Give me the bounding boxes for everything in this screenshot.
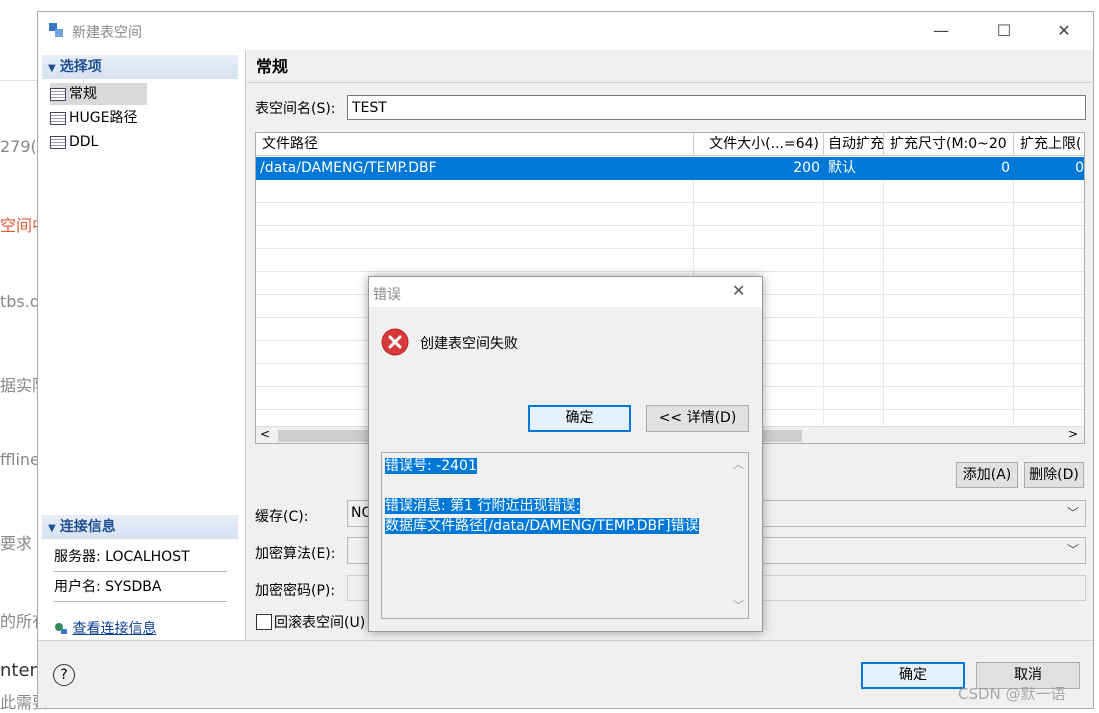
encrypt-password-label: 加密密码(P): xyxy=(255,583,336,599)
grid-col-line xyxy=(1013,180,1014,425)
scroll-down-icon[interactable]: ﹀ xyxy=(733,596,744,616)
watermark: CSDN @默一语 xyxy=(958,685,1066,703)
scroll-up-icon[interactable]: ︿ xyxy=(733,455,744,475)
ok-button[interactable]: 确定 xyxy=(861,662,965,689)
column-header-auto-extend[interactable]: 自动扩充 xyxy=(824,133,884,156)
chevron-down-icon: ﹀ xyxy=(1066,543,1079,557)
table-icon xyxy=(50,135,66,149)
error-icon xyxy=(381,328,409,356)
error-dialog-title: 错误 xyxy=(373,287,401,303)
rollback-checkbox[interactable] xyxy=(256,614,272,630)
error-details-button[interactable]: << 详情(D) xyxy=(646,405,749,432)
cell-extend-size: 0 xyxy=(884,157,1010,180)
table-icon xyxy=(50,87,66,101)
background-toolbar xyxy=(0,0,37,81)
window-title: 新建表空间 xyxy=(72,25,142,41)
cell-extend-limit: 0 xyxy=(1014,157,1084,180)
help-icon[interactable]: ? xyxy=(53,664,75,686)
error-dialog: 错误 ✕ 创建表空间失败 确定 << 详情(D) 错误号: -2401 错误消息… xyxy=(368,276,763,632)
tree-item-huge-path[interactable]: HUGE路径 xyxy=(50,107,137,129)
server-info: 服务器: LOCALHOST xyxy=(54,543,227,572)
grid-col-line xyxy=(883,180,884,425)
footer-divider xyxy=(38,640,1093,641)
error-details-textarea[interactable]: 错误号: -2401 错误消息: 第1 行附近出现错误: 数据库文件路径[/da… xyxy=(381,452,749,619)
app-icon xyxy=(48,22,64,38)
error-message: 创建表空间失败 xyxy=(420,336,518,352)
view-connection-link[interactable]: 查看连接信息 xyxy=(54,618,156,638)
cache-label: 缓存(C): xyxy=(255,509,309,525)
cell-file-size: 200 xyxy=(694,157,820,180)
close-button[interactable]: ✕ xyxy=(1041,18,1087,44)
tree-item-general[interactable]: 常规 xyxy=(50,83,147,105)
bg-fragment: 要求 xyxy=(0,534,33,553)
error-path-line: 数据库文件路径[/data/DAMENG/TEMP.DBF]错误 xyxy=(385,518,699,534)
background-page: 279(毫 空间中 tbs.d 据实际 ffline. 要求 的所有 ntent… xyxy=(0,0,53,712)
scroll-right-icon[interactable]: > xyxy=(1068,427,1078,441)
general-heading: 常规 xyxy=(256,57,289,76)
chevron-down-icon: ﹀ xyxy=(1066,506,1079,520)
left-panel: ▼ 选择项 常规 HUGE路径 DDL ▼ 连接信息 服务器: LOCALHOST … xyxy=(38,50,246,640)
bg-fragment: tbs.d xyxy=(0,292,41,311)
add-button[interactable]: 添加(A) xyxy=(956,462,1018,488)
cell-auto-extend: 默认 xyxy=(828,157,884,180)
collapse-arrow-icon: ▼ xyxy=(48,523,56,534)
grid-col-line xyxy=(823,180,824,425)
table-icon xyxy=(50,111,66,125)
collapse-arrow-icon: ▼ xyxy=(48,63,56,74)
column-header-file-path[interactable]: 文件路径 xyxy=(256,133,694,156)
column-header-file-size[interactable]: 文件大小(...=64) xyxy=(694,133,824,156)
encrypt-algorithm-label: 加密算法(E): xyxy=(255,546,336,562)
tree-item-ddl[interactable]: DDL xyxy=(50,131,98,153)
connection-icon xyxy=(54,621,68,635)
user-info: 用户名: SYSDBA xyxy=(54,573,227,602)
cell-file-path: /data/DAMENG/TEMP.DBF xyxy=(260,157,690,180)
rollback-label: 回滚表空间(U) xyxy=(274,615,366,631)
minimize-button[interactable]: — xyxy=(918,18,964,44)
title-bar: 新建表空间 — ☐ ✕ xyxy=(38,12,1093,50)
error-dialog-close-icon[interactable]: ✕ xyxy=(732,281,745,300)
error-detail-lines: 错误号: -2401 错误消息: 第1 行附近出现错误: 数据库文件路径[/da… xyxy=(385,456,699,536)
connection-section-header[interactable]: ▼ 连接信息 xyxy=(42,515,238,539)
tablespace-name-label: 表空间名(S): xyxy=(255,101,336,117)
options-section-header[interactable]: ▼ 选择项 xyxy=(42,55,238,79)
error-ok-button[interactable]: 确定 xyxy=(528,405,631,432)
error-dialog-title-bar: 错误 ✕ xyxy=(369,277,762,307)
column-header-extend-limit[interactable]: 扩充上限( xyxy=(1014,133,1084,156)
column-header-extend-size[interactable]: 扩充尺寸(M:0~20 xyxy=(884,133,1014,156)
error-message-line: 错误消息: 第1 行附近出现错误: xyxy=(385,498,581,514)
maximize-button[interactable]: ☐ xyxy=(981,18,1027,44)
heading-divider xyxy=(247,82,1094,83)
tablespace-name-input[interactable] xyxy=(347,95,1086,120)
error-code-line: 错误号: -2401 xyxy=(385,458,477,474)
scroll-left-icon[interactable]: < xyxy=(260,427,270,441)
delete-button[interactable]: 删除(D) xyxy=(1024,462,1084,488)
